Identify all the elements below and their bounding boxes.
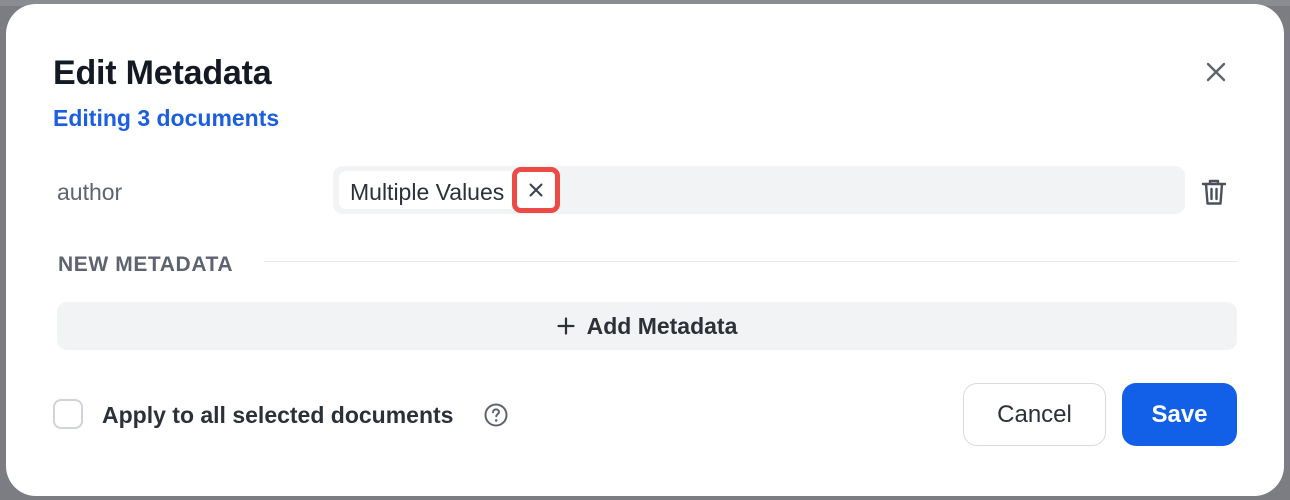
apply-all-label[interactable]: Apply to all selected documents (102, 402, 453, 429)
delete-field-button[interactable] (1196, 174, 1232, 210)
new-metadata-heading: NEW METADATA (58, 253, 234, 276)
close-icon (1206, 62, 1226, 82)
plus-icon (556, 317, 575, 335)
apply-all-checkbox[interactable] (53, 399, 83, 429)
add-metadata-content: Add Metadata (556, 312, 738, 340)
chip-remove-button[interactable] (512, 167, 560, 213)
trash-icon (1201, 179, 1227, 205)
dialog-title: Edit Metadata (53, 54, 272, 92)
field-label-author: author (57, 179, 123, 205)
save-button[interactable]: Save (1122, 383, 1237, 446)
value-chip: Multiple Values (339, 167, 560, 213)
edit-metadata-dialog: Edit Metadata Editing 3 documents author… (6, 4, 1284, 496)
cancel-button[interactable]: Cancel (963, 383, 1106, 446)
add-metadata-label: Add Metadata (586, 312, 738, 339)
chip-remove-icon (529, 183, 543, 197)
add-metadata-button[interactable]: Add Metadata (57, 302, 1237, 350)
section-divider (264, 261, 1237, 262)
dialog-subtitle: Editing 3 documents (53, 105, 280, 131)
help-circle-icon[interactable] (484, 403, 508, 427)
close-button[interactable] (1198, 54, 1234, 90)
author-value-input[interactable]: Multiple Values (333, 166, 1185, 214)
chip-label: Multiple Values (350, 179, 505, 205)
